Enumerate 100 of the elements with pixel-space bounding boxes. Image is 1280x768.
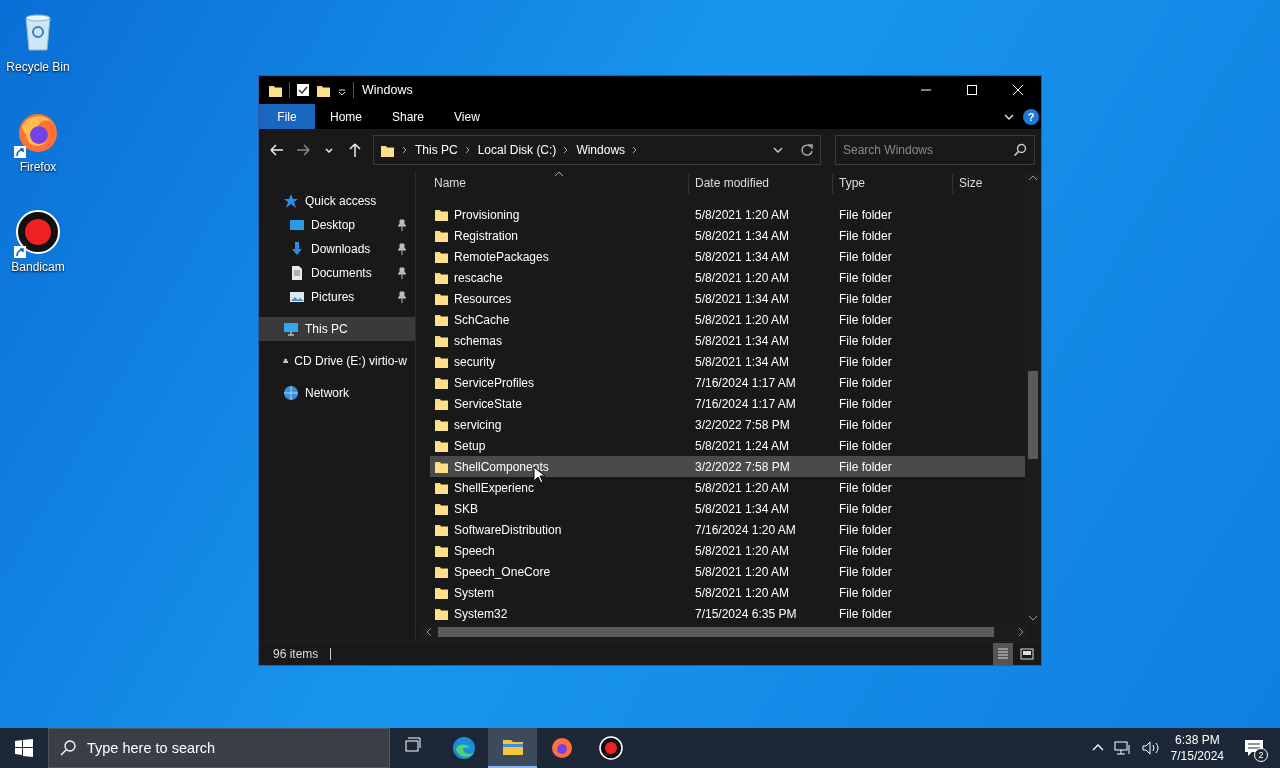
file-name: rescache [454,270,503,285]
column-header[interactable]: Date modified [689,174,833,194]
desktop-icon-label[interactable]: Firefox [19,160,57,174]
date-cell-text: 5/8/2021 1:20 AM [694,480,791,495]
nav-item[interactable]: CD Drive (E:) virtio-w [259,349,415,373]
file-name: System [454,585,494,600]
ribbon-tab[interactable]: File [259,104,315,129]
taskbar-search-field[interactable]: Type here to search [48,728,390,768]
nav-item[interactable]: This PC [259,317,415,341]
back-arrow-icon [270,144,284,156]
type-cell-text: File folder [838,480,893,495]
type-cell-text: File folder [838,585,893,600]
column-header[interactable]: Size [953,174,1025,194]
folder-icon [434,459,449,474]
column-header[interactable]: Type [833,174,953,194]
date-cell-text: 7/16/2024 1:17 AM [694,375,797,390]
nav-item[interactable]: Desktop [259,213,415,237]
clock[interactable]: 6:38 PM 7/15/2024 [1170,732,1224,764]
file-name: System32 [454,606,508,621]
date-cell-text: 5/8/2021 1:34 AM [694,354,791,369]
folder-icon [434,354,449,369]
download-icon [289,241,305,257]
refresh-icon [800,143,814,157]
type-cell-text: File folder [838,564,893,579]
window-icon [1020,647,1034,660]
file-row[interactable]: schemas 5/8/2021 1:34 AM File folder [430,330,1025,351]
breadcrumb-item[interactable]: Local Disk (C:) [477,143,557,157]
file-name: Speech_OneCore [454,564,551,579]
ribbon-tab[interactable]: Share [377,104,440,129]
file-explorer-button[interactable] [488,728,537,768]
file-name: Resources [454,291,512,306]
help-button[interactable]: ? [1023,108,1039,125]
file-row[interactable]: RemotePackages 5/8/2021 1:34 AM File folder [430,246,1025,267]
type-cell-text: File folder [838,501,893,516]
file-row[interactable]: ShellExperienc 5/8/2021 1:20 AM File folder [430,477,1025,498]
file-row[interactable]: servicing 3/2/2022 7:58 PM File folder [430,414,1025,435]
file-row[interactable]: Setup 5/8/2021 1:24 AM File folder [430,435,1025,456]
clock-date: 7/15/2024 [1170,748,1224,764]
date-cell-text: 3/2/2022 7:58 PM [694,459,791,474]
folder-icon [434,501,449,516]
date-cell-text: 5/8/2021 1:20 AM [694,564,791,579]
file-row[interactable]: System32 7/15/2024 6:35 PM File folder [430,603,1025,624]
date-cell-text: 5/8/2021 1:20 AM [694,543,791,558]
date-cell-text: 5/8/2021 1:20 AM [694,585,791,600]
nav-item[interactable]: Downloads [259,237,415,261]
file-name: Setup [454,438,486,453]
type-cell-text: File folder [838,522,893,537]
column-header[interactable]: Name [434,174,689,194]
ribbon-tab[interactable]: View [439,104,495,129]
picture-icon [289,289,305,305]
file-row[interactable]: rescache 5/8/2021 1:20 AM File folder [430,267,1025,288]
file-name: schemas [454,333,503,348]
network-icon [1113,740,1132,756]
search-icon [1013,143,1027,157]
window-title: Windows [362,83,413,97]
file-row[interactable]: Speech 5/8/2021 1:20 AM File folder [430,540,1025,561]
notifications-button[interactable]: 2 [1234,728,1274,768]
record-icon [14,208,62,256]
file-name: Provisioning [454,207,520,222]
file-row[interactable]: security 5/8/2021 1:34 AM File folder [430,351,1025,372]
date-cell-text: 5/8/2021 1:34 AM [694,291,791,306]
volume-icon [1141,740,1160,756]
file-name: SKB [454,501,478,516]
folder-icon [434,375,449,390]
type-cell-text: File folder [838,291,893,306]
nav-item[interactable]: Quick access [259,189,415,213]
date-cell-text: 5/8/2021 1:34 AM [694,501,791,516]
file-row[interactable]: Registration 5/8/2021 1:34 AM File folder [430,225,1025,246]
file-row[interactable]: Provisioning 5/8/2021 1:20 AM File folder [430,204,1025,225]
file-row[interactable]: ServiceProfiles 7/16/2024 1:17 AM File folder [430,372,1025,393]
folder-icon [434,564,449,579]
file-name: SchCache [454,312,510,327]
date-cell-text: 5/8/2021 1:34 AM [694,249,791,264]
details-view-button[interactable] [993,642,1013,665]
folder-icon [434,480,449,495]
nav-item[interactable]: Network [259,381,415,405]
file-row[interactable]: ServiceState 7/16/2024 1:17 AM File folder [430,393,1025,414]
nav-item[interactable]: Documents [259,261,415,285]
file-row[interactable]: Resources 5/8/2021 1:34 AM File folder [430,288,1025,309]
date-cell-text: 5/8/2021 1:34 AM [694,333,791,348]
date-cell-text: 5/8/2021 1:24 AM [694,438,791,453]
address-bar[interactable]: This PC Local Disk (C:) Windows [373,135,821,165]
file-row[interactable]: SchCache 5/8/2021 1:20 AM File folder [430,309,1025,330]
folder-icon [434,207,449,222]
date-cell-text: 7/16/2024 1:17 AM [694,396,797,411]
search-field[interactable]: Search Windows [835,135,1035,165]
file-row[interactable]: SoftwareDistribution 7/16/2024 1:20 AM File folder [430,519,1025,540]
folder-icon [434,312,449,327]
breadcrumb-item[interactable]: Windows [576,143,626,157]
desktop-icon-label[interactable]: Bandicam [11,260,65,274]
file-name: Speech [454,543,495,558]
file-row[interactable]: Speech_OneCore 5/8/2021 1:20 AM File folder [430,561,1025,582]
file-row[interactable]: System 5/8/2021 1:20 AM File folder [430,582,1025,603]
chevron-icon [401,145,409,155]
file-row[interactable]: SKB 5/8/2021 1:34 AM File folder [430,498,1025,519]
breadcrumb-item[interactable]: This PC [415,143,458,157]
nav-item[interactable]: Pictures [259,285,415,309]
ribbon-tab[interactable]: Home [315,104,377,129]
date-cell-text: 5/8/2021 1:34 AM [694,228,791,243]
desktop-icon-label[interactable]: Recycle Bin [6,60,70,74]
